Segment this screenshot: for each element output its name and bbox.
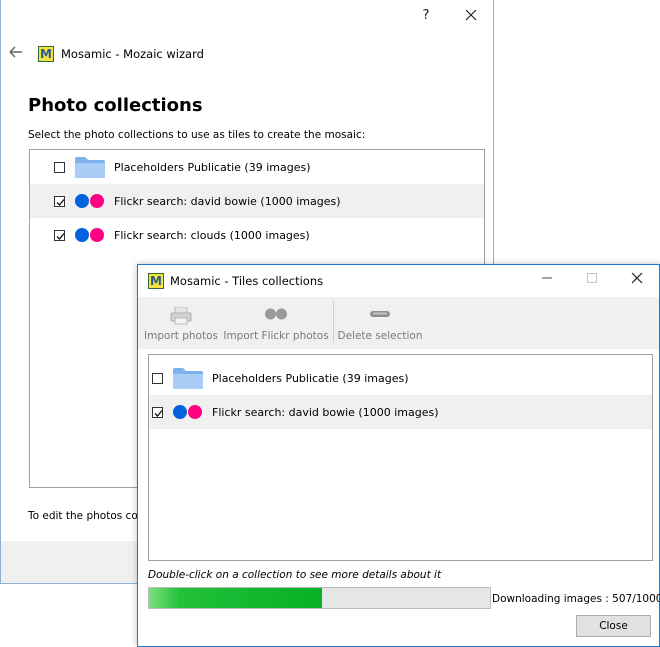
close-button[interactable]: Close bbox=[576, 615, 651, 637]
import-photos-label: Import photos bbox=[144, 330, 218, 342]
download-progress-bar bbox=[148, 587, 491, 609]
edit-photos-text: To edit the photos colle bbox=[28, 510, 151, 522]
toolbar: Import photos Import Flickr photos Delet… bbox=[138, 297, 659, 349]
page-title: Photo collections bbox=[28, 95, 203, 116]
progress-status-text: Downloading images : 507/1000 bbox=[492, 593, 660, 605]
hint-text: Double-click on a collection to see more… bbox=[148, 569, 442, 581]
delete-selection-label: Delete selection bbox=[337, 330, 423, 342]
checkmark-icon bbox=[154, 409, 163, 417]
toolbar-separator bbox=[333, 301, 334, 343]
collections-list[interactable]: Placeholders Publicatie (39 images) Flic… bbox=[148, 354, 653, 561]
back-button[interactable] bbox=[8, 44, 24, 60]
instruction-text: Select the photo collections to use as t… bbox=[28, 129, 366, 141]
minimize-button[interactable] bbox=[532, 267, 562, 289]
delete-icon bbox=[369, 307, 391, 323]
help-button[interactable]: ? bbox=[411, 4, 441, 26]
collection-checkbox[interactable] bbox=[54, 161, 65, 173]
folder-icon bbox=[74, 155, 106, 179]
collection-checkbox[interactable] bbox=[152, 372, 163, 384]
flickr-icon bbox=[74, 189, 106, 213]
delete-selection-button[interactable]: Delete selection bbox=[337, 297, 423, 349]
flickr-icon bbox=[264, 307, 288, 323]
tiles-collections-window: M Mosamic - Tiles collections Import pho… bbox=[137, 264, 660, 647]
collection-checkbox[interactable] bbox=[54, 229, 65, 241]
list-item[interactable]: Placeholders Publicatie (39 images) bbox=[30, 150, 484, 184]
tiles-close-window-button[interactable] bbox=[622, 267, 652, 289]
checkmark-icon bbox=[56, 232, 65, 240]
collection-label: Flickr search: david bowie (1000 images) bbox=[212, 405, 439, 419]
list-item[interactable]: Flickr search: david bowie (1000 images) bbox=[30, 184, 484, 218]
folder-icon bbox=[172, 366, 204, 390]
minimize-icon bbox=[542, 277, 552, 279]
close-icon bbox=[465, 9, 477, 21]
maximize-button[interactable] bbox=[577, 267, 607, 289]
import-flickr-button[interactable]: Import Flickr photos bbox=[223, 297, 329, 349]
flickr-icon bbox=[74, 223, 106, 247]
window-title: Mosamic - Mozaic wizard bbox=[61, 47, 204, 61]
collection-label: Placeholders Publicatie (39 images) bbox=[212, 371, 409, 385]
maximize-icon bbox=[587, 273, 597, 283]
close-icon bbox=[631, 272, 643, 284]
list-item[interactable]: Placeholders Publicatie (39 images) bbox=[149, 361, 652, 395]
wizard-close-button[interactable] bbox=[456, 4, 486, 26]
back-arrow-icon bbox=[9, 46, 22, 58]
mosamic-logo-icon: M bbox=[148, 273, 164, 289]
import-photos-button[interactable]: Import photos bbox=[144, 297, 218, 349]
collection-label: Placeholders Publicatie (39 images) bbox=[114, 160, 311, 174]
flickr-icon bbox=[172, 400, 204, 424]
collection-checkbox[interactable] bbox=[54, 195, 65, 207]
import-flickr-label: Import Flickr photos bbox=[223, 330, 329, 342]
checkmark-icon bbox=[56, 198, 65, 206]
mosamic-logo-icon: M bbox=[38, 46, 54, 62]
collection-checkbox[interactable] bbox=[152, 406, 163, 418]
list-item[interactable]: Flickr search: david bowie (1000 images) bbox=[149, 395, 652, 429]
progress-fill bbox=[149, 588, 322, 608]
collection-label: Flickr search: david bowie (1000 images) bbox=[114, 194, 341, 208]
printer-icon bbox=[170, 306, 192, 325]
collection-label: Flickr search: clouds (1000 images) bbox=[114, 228, 310, 242]
window-title: Mosamic - Tiles collections bbox=[170, 274, 324, 288]
list-item[interactable]: Flickr search: clouds (1000 images) bbox=[30, 218, 484, 252]
